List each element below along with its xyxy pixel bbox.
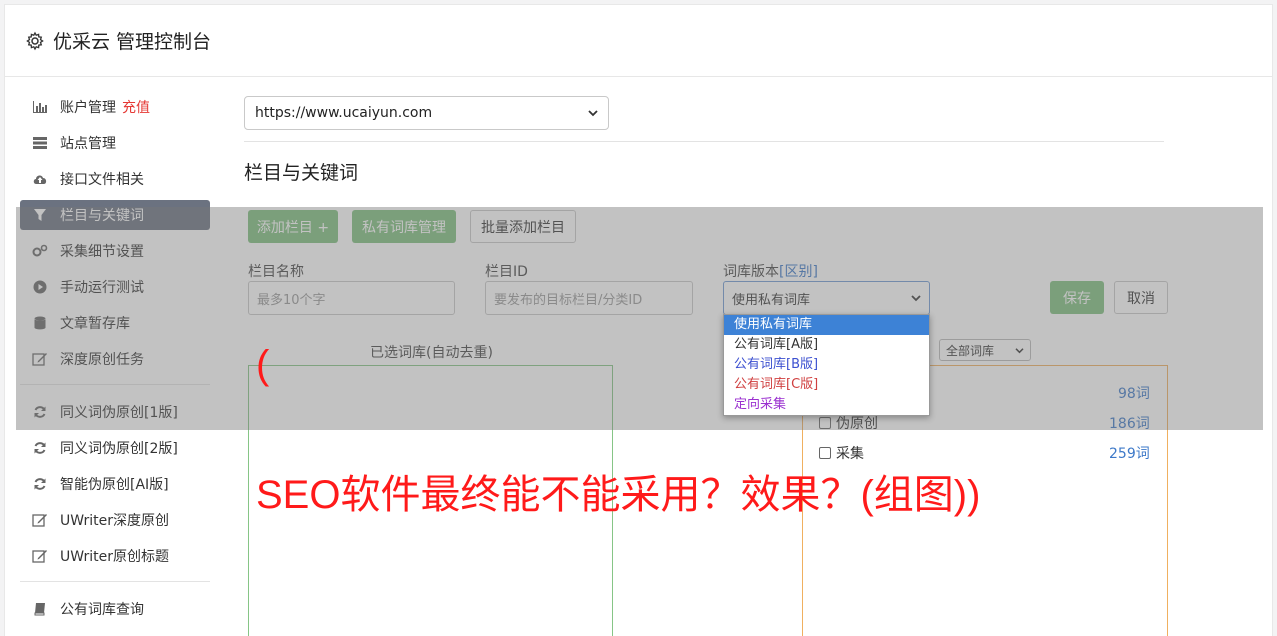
lib-item[interactable]: 采集 bbox=[819, 443, 864, 463]
main-content: https://www.ucaiyun.com 栏目与关键词 bbox=[244, 96, 1164, 185]
site-select[interactable]: https://www.ucaiyun.com bbox=[244, 96, 609, 130]
recharge-link[interactable]: 充值 bbox=[122, 97, 150, 117]
checkbox[interactable] bbox=[819, 447, 831, 459]
sidebar-item-interface[interactable]: 接口文件相关 bbox=[20, 164, 210, 194]
sidebar-item-label: 智能伪原创[AI版] bbox=[60, 477, 169, 493]
dim-overlay bbox=[16, 207, 1263, 430]
refresh-icon bbox=[32, 476, 48, 492]
sidebar-item-uwriter-deep[interactable]: UWriter深度原创 bbox=[20, 505, 210, 535]
sidebar-item-label: 同义词伪原创[2版] bbox=[60, 441, 178, 457]
dropdown-option[interactable]: 公有词库[B版] bbox=[724, 355, 929, 375]
dropdown-option[interactable]: 使用私有词库 bbox=[724, 315, 929, 335]
lib-item-label: 采集 bbox=[836, 446, 864, 462]
edit-icon bbox=[32, 548, 48, 564]
dropdown-option[interactable]: 定向采集 bbox=[724, 395, 929, 415]
sidebar-item-public-lib[interactable]: 公有词库查询 bbox=[20, 594, 210, 624]
watermark-paren: ( bbox=[256, 343, 270, 387]
sidebar-divider bbox=[20, 581, 210, 582]
sidebar-item-uwriter-title[interactable]: UWriter原创标题 bbox=[20, 541, 210, 571]
watermark-text: SEO软件最终能不能采用？效果？(组图)) bbox=[256, 473, 981, 517]
lib-version-dropdown[interactable]: 使用私有词库 公有词库[A版] 公有词库[B版] 公有词库[C版] 定向采集 bbox=[723, 314, 930, 416]
book-icon bbox=[32, 601, 48, 617]
sidebar-item-sites[interactable]: 站点管理 bbox=[20, 128, 210, 158]
cloud-upload-icon bbox=[32, 171, 48, 187]
refresh-icon bbox=[32, 440, 48, 456]
sidebar-item-label: 公有词库查询 bbox=[60, 602, 144, 618]
lib-count: 259词 bbox=[1109, 446, 1150, 462]
bar-chart-icon bbox=[32, 99, 48, 115]
sidebar-item-label: 账户管理 bbox=[60, 100, 116, 116]
app-header: 优采云 管理控制台 bbox=[5, 5, 1272, 77]
sidebar-item-account[interactable]: 账户管理 充值 bbox=[20, 92, 210, 122]
sidebar-item-label: 站点管理 bbox=[60, 136, 116, 152]
sidebar-item-synonym-v2[interactable]: 同义词伪原创[2版] bbox=[20, 433, 210, 463]
app-title: 优采云 管理控制台 bbox=[53, 31, 212, 53]
sidebar-item-ai-original[interactable]: 智能伪原创[AI版] bbox=[20, 469, 210, 499]
divider bbox=[244, 141, 1164, 142]
page-title: 栏目与关键词 bbox=[244, 162, 359, 184]
site-select-value: https://www.ucaiyun.com bbox=[255, 105, 433, 121]
edit-icon bbox=[32, 512, 48, 528]
server-icon bbox=[32, 135, 48, 151]
dropdown-option[interactable]: 公有词库[A版] bbox=[724, 335, 929, 355]
sidebar-item-label: UWriter深度原创 bbox=[60, 513, 169, 529]
gear-icon bbox=[26, 31, 44, 50]
chevron-down-icon bbox=[588, 110, 598, 117]
sidebar-item-label: 接口文件相关 bbox=[60, 172, 144, 188]
sidebar-item-label: UWriter原创标题 bbox=[60, 549, 169, 565]
dropdown-option[interactable]: 公有词库[C版] bbox=[724, 375, 929, 395]
